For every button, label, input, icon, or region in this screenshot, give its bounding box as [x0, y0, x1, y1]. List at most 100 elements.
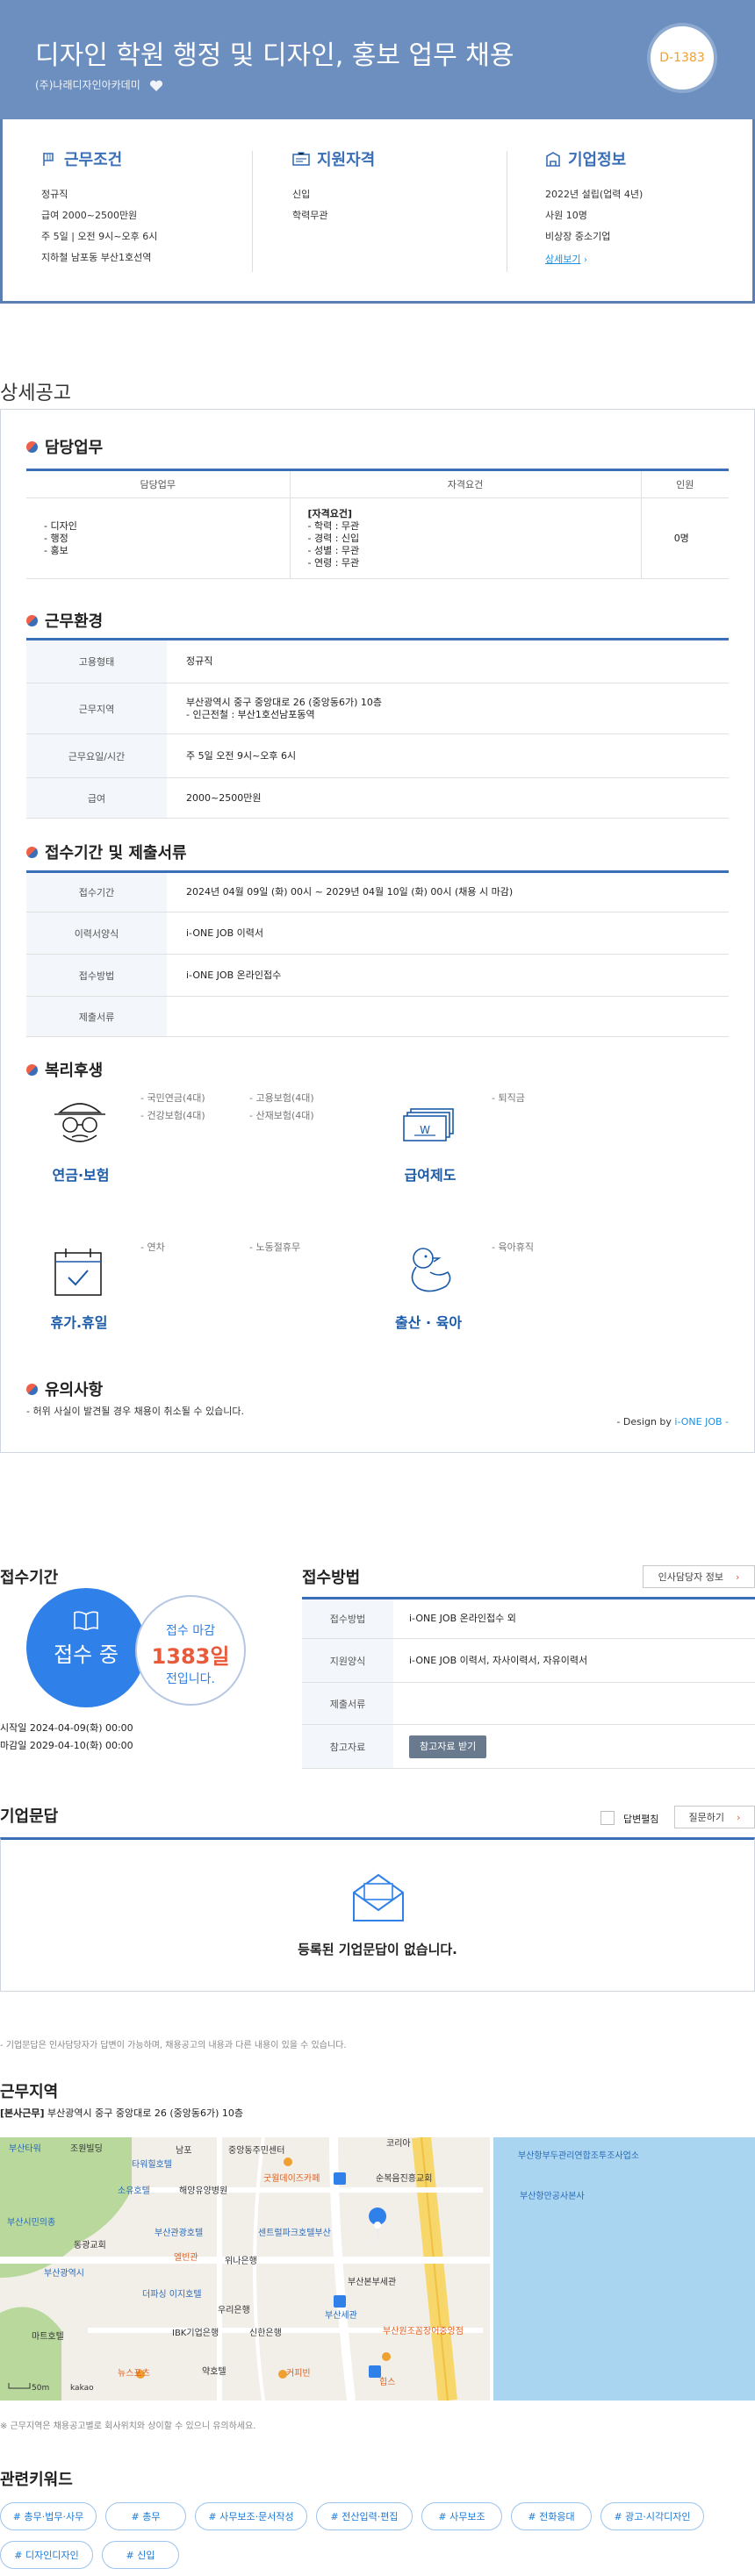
company-info: 기업정보 2022년 설립(업력 4년) 사원 10명 비상장 중소기업 상세보…: [545, 151, 644, 265]
qualifications: 지원자격 신입 학력무관: [292, 151, 376, 221]
deadline-circle: 접수 마감 1383일 전입니다.: [135, 1595, 246, 1706]
heart-icon[interactable]: [149, 80, 163, 92]
company-name[interactable]: (주)나래디자인아카데미: [35, 77, 163, 92]
condition-type: 정규직: [41, 189, 68, 200]
welfare-items: - 국민연금(4대) - 건강보험(4대): [140, 1092, 205, 1121]
qa-note: - 기업문답은 인사담당자가 답변이 가능하며, 채용공고의 내용과 다른 내용…: [0, 2041, 347, 2050]
summary-box: 근무조건 정규직 급여 2000~2500만원 주 5일 | 오전 9시~오후 …: [0, 119, 755, 304]
open-book-icon: [74, 1611, 98, 1631]
envelope-icon: [353, 1873, 404, 1921]
keyword-tag[interactable]: # 총무·법무·사무: [0, 2502, 97, 2530]
svg-text:해양유양병원: 해양유양병원: [179, 2185, 227, 2196]
design-brand: i-ONE JOB -: [674, 1416, 729, 1428]
chevron-right-icon: ›: [583, 255, 587, 265]
svg-text:순복음진흥교회: 순복음진흥교회: [376, 2172, 432, 2184]
bullet-dot-icon: [26, 846, 38, 858]
design-credit: - Design by i-ONE JOB -: [616, 1416, 729, 1428]
svg-text:W: W: [420, 1124, 430, 1136]
svg-text:센트럴파크호텔부산: 센트럴파크호텔부산: [258, 2227, 331, 2238]
period-table: 접수기간 2024년 04월 09일 (화) 00시 ~ 2029년 04월 10…: [26, 870, 729, 1037]
id-card-icon: [292, 152, 310, 166]
duty-table: 담당업무 자격요건 인원 - 디자인 - 행정 - 홍보 [자격요건] - 학력 : …: [26, 469, 729, 579]
bullet-dot-icon: [26, 614, 38, 626]
svg-text:부산본부세관: 부산본부세관: [348, 2277, 396, 2287]
svg-text:신한은행: 신한은행: [249, 2328, 282, 2338]
svg-text:중앙동주민센터: 중앙동주민센터: [228, 2145, 284, 2156]
svg-text:우리은행: 우리은행: [218, 2305, 250, 2315]
keyword-tag[interactable]: # 신입: [102, 2541, 179, 2569]
welfare-label-childcare: 출산 · 육아: [394, 1314, 463, 1331]
divider: [252, 151, 253, 272]
notice-text: - 허위 사실이 발견될 경우 채용이 취소될 수 있습니다.: [26, 1406, 244, 1417]
flag-icon: [43, 153, 54, 166]
keyword-tag[interactable]: # 사무보조: [421, 2502, 502, 2530]
qa-box: 등록된 기업문답이 없습니다.: [0, 1837, 755, 1992]
svg-text:부산항만공사본사: 부산항만공사본사: [520, 2191, 585, 2201]
map-canvas[interactable]: 부산타워 조원빌딩 타워힐호텔 남포 중앙동주민센터 코리아 순복음진흥교회 부…: [0, 2137, 755, 2401]
method-heading: 접수방법: [302, 1569, 361, 1587]
qa-empty-message: 등록된 기업문답이 없습니다.: [298, 1942, 457, 1957]
dday-badge: D-1383: [647, 23, 717, 93]
svg-text:소유호텔: 소유호텔: [118, 2186, 150, 2196]
keyword-tag[interactable]: # 전화응대: [511, 2502, 592, 2530]
map-note: ※ 근무지역은 채용공고별로 회사위치와 상이할 수 있으니 유의하세요.: [0, 2422, 256, 2431]
svg-text:부산세관: 부산세관: [325, 2310, 357, 2321]
svg-text:부산원조꼼장어중앙점: 부산원조꼼장어중앙점: [383, 2326, 464, 2336]
bullet-dot-icon: [26, 440, 38, 453]
welfare-label-vacation: 휴가.휴일: [50, 1314, 108, 1331]
method-table: 접수방법 i-ONE JOB 온라인접수 외 지원양식 i-ONE JOB 이력서,…: [302, 1597, 755, 1769]
svg-text:IBK기업은행: IBK기업은행: [172, 2327, 219, 2338]
headcount-cell: 0명: [641, 497, 729, 579]
svg-text:더파싱 이지호텔: 더파싱 이지호텔: [142, 2289, 202, 2300]
svg-text:마트호텔: 마트호텔: [32, 2331, 64, 2342]
svg-text:커피빈: 커피빈: [286, 2368, 311, 2379]
ask-question-button[interactable]: 질문하기 ›: [674, 1806, 755, 1828]
hr-info-button[interactable]: 인사담당자 정보 ›: [643, 1565, 755, 1588]
condition-subway: 지하철 남포동 부산1호선역: [41, 252, 152, 263]
keyword-tag[interactable]: # 디자인디자인: [0, 2541, 93, 2569]
svg-text:굿윌데이즈카페: 굿윌데이즈카페: [263, 2173, 320, 2184]
condition-salary: 급여 2000~2500만원: [41, 210, 138, 221]
calendar-check-icon: [54, 1249, 102, 1296]
expand-answers-checkbox[interactable]: [600, 1811, 615, 1825]
salary-icon: W: [403, 1108, 454, 1141]
days-remaining: 1383일: [151, 1644, 230, 1669]
job-header: 디자인 학원 행정 및 디자인, 홍보 업무 채용 (주)나래디자인아카데미 D…: [0, 0, 755, 119]
receipt-status-circle: 접수 중: [26, 1588, 146, 1707]
svg-text:조원빌딩: 조원빌딩: [70, 2143, 103, 2154]
svg-text:동광교회: 동광교회: [74, 2240, 106, 2250]
svg-text:약호텔: 약호텔: [202, 2366, 226, 2377]
welfare-items: - 연차: [140, 1241, 165, 1253]
keyword-tag[interactable]: # 광고·시각디자인: [600, 2502, 704, 2530]
ref-download-button[interactable]: 참고자료 받기: [409, 1735, 487, 1758]
period-heading: 접수기간 및 제출서류: [26, 841, 187, 863]
svg-text:타워힐호텔: 타워힐호텔: [132, 2158, 172, 2170]
work-conditions: 근무조건 정규직 급여 2000~2500만원 주 5일 | 오전 9시~오후 …: [41, 147, 157, 268]
building-icon: [546, 152, 560, 167]
keyword-tag[interactable]: # 총무: [105, 2502, 186, 2530]
bullet-dot-icon: [26, 1063, 38, 1076]
receipt-status: 접수 중: [54, 1642, 119, 1667]
requirement-cell: [자격요건] - 학력 : 무관 - 경력 : 신입 - 성별 : 무관 - 연령 : …: [290, 497, 642, 579]
svg-text:뉴스포츠: 뉴스포츠: [118, 2368, 150, 2379]
company-detail-link[interactable]: 상세보기: [545, 254, 580, 265]
svg-text:힙스: 힙스: [379, 2377, 395, 2387]
welfare-items: - 퇴직금: [492, 1092, 525, 1104]
env-heading: 근무환경: [26, 609, 103, 632]
svg-text:부산타워: 부산타워: [9, 2143, 41, 2154]
job-title: 디자인 학원 행정 및 디자인, 홍보 업무 채용: [35, 40, 514, 71]
svg-text:부산광역시: 부산광역시: [44, 2268, 84, 2279]
pension-insurance-icon: [54, 1103, 105, 1142]
notice-heading: 유의사항: [26, 1377, 103, 1400]
keyword-tag[interactable]: # 전산입력·편집: [316, 2502, 413, 2530]
keywords-heading: 관련키워드: [0, 2471, 73, 2489]
duty-cell: - 디자인 - 행정 - 홍보: [26, 497, 291, 579]
svg-text:부산항부두관리연합조투조사업소: 부산항부두관리연합조투조사업소: [518, 2150, 639, 2161]
svg-text:위나은행: 위나은행: [225, 2255, 257, 2266]
keyword-tag[interactable]: # 사무보조·문서작성: [195, 2502, 307, 2530]
duck-icon: [411, 1248, 451, 1292]
svg-text:엘빈관: 엘빈관: [174, 2251, 198, 2263]
location-address: [본사근무] 부산광역시 중구 중앙대로 26 (중앙동6가) 10층: [0, 2107, 244, 2119]
map[interactable]: 부산타워 조원빌딩 타워힐호텔 남포 중앙동주민센터 코리아 순복음진흥교회 부…: [0, 2137, 755, 2401]
qa-heading: 기업문답: [0, 1807, 59, 1826]
